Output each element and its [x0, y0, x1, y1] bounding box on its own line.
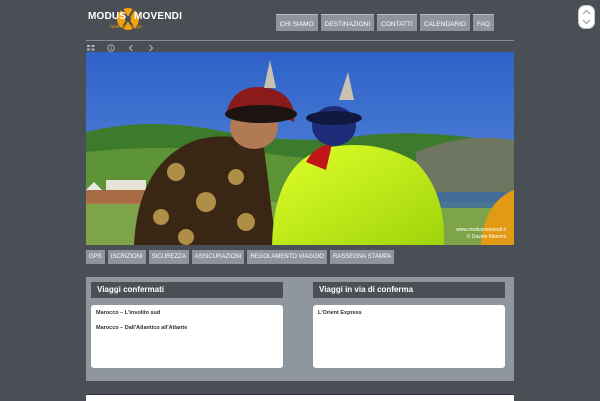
trip-link[interactable]: L'Orient Express [318, 310, 362, 316]
logo-word-movendi: MOVENDI [134, 11, 183, 22]
nav-iscrizioni[interactable]: ISCRIZIONI [107, 250, 146, 264]
scroll-button[interactable] [578, 5, 595, 29]
trip-link[interactable]: Marocco – L'insolito sud [96, 310, 160, 316]
nav-faq[interactable]: FAQ [472, 14, 494, 31]
nav-calendario[interactable]: CALENDARIO [419, 14, 470, 31]
site-logo[interactable]: MODUS MOVENDI l'arte del viaggio [88, 2, 183, 36]
pending-trips-title: Viaggi in via di conferma [313, 282, 505, 298]
pending-trips-list: L'Orient Express [313, 305, 505, 368]
top-navigation: CHI SIAMO DESTINAZIONI CONTATTI CALENDAR… [275, 14, 494, 31]
confirmed-trips-list: Marocco – L'insolito sud Marocco – Dall'… [91, 305, 283, 368]
slider-controls [86, 43, 166, 52]
photo-credit-site: www.modusmovendi.it [456, 227, 506, 233]
prev-icon[interactable] [126, 43, 136, 52]
logo-word-modus: MODUS [88, 11, 127, 22]
confirmed-trips-title: Viaggi confermati [91, 282, 283, 298]
trips-panel: Viaggi confermati Marocco – L'insolito s… [86, 277, 514, 381]
logo-tagline: l'arte del viaggio [110, 24, 143, 29]
nav-gps[interactable]: GPS [86, 250, 105, 264]
trip-link[interactable]: Marocco – Dall'Atlantico all'Atlante [96, 325, 187, 331]
header-divider [86, 40, 514, 41]
hero-photo: www.modusmovendi.it © Davide Mancini [86, 52, 514, 245]
nav-regolamento-viaggio[interactable]: REGOLAMENTO VIAGGIO [247, 250, 327, 264]
next-icon[interactable] [146, 43, 156, 52]
scroll-arrows-icon [582, 9, 591, 25]
nav-contatti[interactable]: CONTATTI [377, 14, 417, 31]
nav-destinazioni[interactable]: DESTINAZIONI [320, 14, 375, 31]
secondary-navigation: GPS ISCRIZIONI SICUREZZA ASSICURAZIONI R… [86, 250, 395, 264]
info-icon[interactable] [106, 43, 116, 52]
hero-slideshow-image[interactable]: www.modusmovendi.it © Davide Mancini [86, 52, 514, 245]
nav-assicurazioni[interactable]: ASSICURAZIONI [191, 250, 245, 264]
photo-credit-author: © Davide Mancini [467, 233, 506, 240]
grid-icon[interactable] [86, 43, 96, 52]
nav-rassegna-stampa[interactable]: RASSEGNA STAMPA [329, 250, 395, 264]
nav-chi-siamo[interactable]: CHI SIAMO [275, 14, 318, 31]
nav-sicurezza[interactable]: SICUREZZA [148, 250, 189, 264]
